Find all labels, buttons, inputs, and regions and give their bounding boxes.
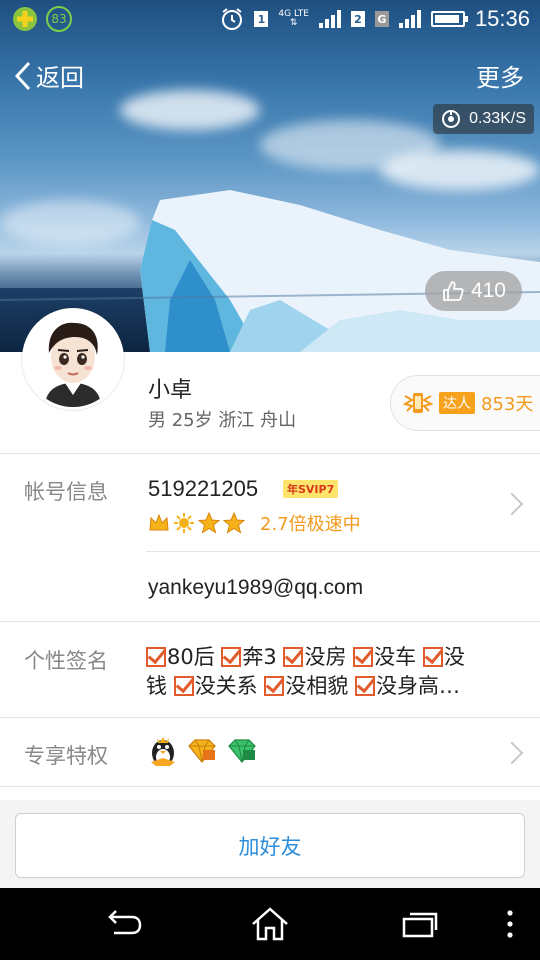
net-speed-indicator: 0.33K/S	[433, 104, 534, 134]
status-bar: 83 1 4G LTE ⇅ 2 G 15:36	[0, 0, 540, 38]
qq-number: 519221205	[148, 476, 259, 501]
battery-saver-badge: 83	[46, 6, 72, 32]
network-type: 4G LTE ⇅	[278, 9, 309, 28]
signature-item: 没身高…	[376, 674, 461, 698]
back-button[interactable]: 返回	[12, 58, 84, 93]
signature-item: 没房	[304, 645, 347, 669]
email-address[interactable]: yankeyu1989@qq.com	[148, 576, 363, 600]
home-icon	[252, 907, 288, 941]
green-diamond-icon	[228, 739, 256, 763]
divider	[0, 453, 540, 454]
crown-icon	[149, 513, 169, 531]
divider	[0, 786, 540, 787]
signal-bars-sim2	[398, 10, 421, 28]
speed-bonus-text: 2.7倍极速中	[260, 514, 361, 535]
divider	[0, 717, 540, 718]
signature-line-1: 80后 奔3 没房 没车 没	[146, 643, 530, 672]
star-icon	[198, 512, 220, 534]
add-friend-button[interactable]: 加好友	[15, 813, 525, 878]
star-icon	[223, 512, 245, 534]
signature-line-2: 钱 没关系 没相貌 没身高…	[146, 672, 530, 701]
nav-back-button[interactable]	[92, 902, 152, 946]
app-notification-icon	[13, 7, 37, 31]
svip-badge: 年SVIP7	[283, 480, 339, 498]
checkbox-icon	[422, 647, 443, 667]
privileges-label: 专享特权	[24, 744, 108, 768]
signature-item: 没车	[374, 645, 417, 669]
gold-diamond-icon	[188, 739, 216, 763]
speed-icon	[442, 110, 461, 128]
expert-days-badge[interactable]: 达人 853天	[390, 375, 540, 431]
system-nav-bar	[0, 888, 540, 960]
more-button[interactable]: 更多	[476, 58, 524, 93]
checkbox-icon	[173, 676, 194, 696]
avatar[interactable]	[22, 308, 124, 410]
thumbs-up-icon	[443, 281, 464, 301]
checkbox-icon	[353, 647, 374, 667]
signature-item: 钱	[146, 674, 167, 698]
sim2-indicator: 2	[350, 11, 365, 27]
like-count: 410	[470, 279, 506, 302]
sun-icon	[174, 513, 194, 533]
battery-icon	[430, 11, 468, 27]
nav-recents-button[interactable]	[390, 902, 450, 946]
checkbox-icon	[146, 647, 166, 667]
back-arrow-icon	[108, 910, 142, 935]
avatar-cartoon-image	[25, 311, 121, 407]
net-speed-value: 0.33K/S	[469, 110, 526, 127]
qq-penguin-icon	[151, 737, 175, 766]
chevron-right-icon	[500, 492, 524, 516]
divider	[0, 621, 540, 622]
checkbox-icon	[283, 647, 304, 667]
signature-item: 没关系	[194, 674, 258, 698]
account-info-label: 帐号信息	[24, 480, 108, 504]
clock: 15:36	[474, 6, 530, 31]
profile-info: 男 25岁 浙江 舟山	[148, 410, 297, 431]
signal-bars-sim1	[318, 10, 341, 28]
expert-days: 853天	[481, 394, 534, 415]
recent-apps-icon	[402, 912, 438, 938]
nav-menu-button[interactable]	[482, 902, 538, 946]
chevron-left-icon	[14, 61, 31, 90]
qq-level-icons: 2.7倍极速中	[148, 510, 361, 536]
checkbox-icon	[355, 676, 376, 696]
nav-home-button[interactable]	[240, 902, 300, 946]
back-label: 返回	[36, 64, 84, 92]
signature-text[interactable]: 80后 奔3 没房 没车 没 钱 没关系 没相貌 没身高…	[146, 643, 530, 701]
sim2-network-type: G	[374, 11, 389, 27]
privilege-icons	[148, 734, 258, 768]
signature-item: 没相貌	[285, 674, 349, 698]
sim1-indicator: 1	[254, 11, 269, 27]
winged-phone-icon	[403, 393, 433, 413]
signature-item: 没	[443, 645, 465, 669]
signature-item: 奔3	[242, 645, 277, 669]
chevron-right-icon	[500, 741, 524, 765]
expert-tag: 达人	[439, 392, 475, 414]
divider	[146, 551, 540, 552]
checkbox-icon	[221, 647, 242, 667]
signature-label: 个性签名	[24, 649, 108, 673]
alarm-icon	[222, 8, 243, 30]
signature-item: 80后	[167, 645, 215, 669]
overflow-menu-icon	[507, 910, 513, 938]
profile-name: 小卓	[148, 378, 193, 403]
like-button[interactable]: 410	[424, 271, 522, 311]
checkbox-icon	[264, 676, 285, 696]
